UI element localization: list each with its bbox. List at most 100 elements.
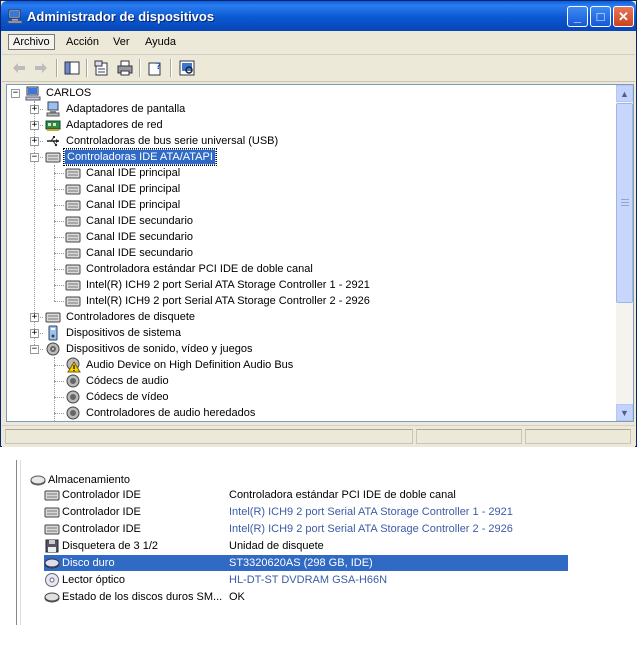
maximize-button[interactable]: □: [590, 6, 611, 27]
expand-toggle[interactable]: +: [30, 105, 39, 114]
tree-item-sound-devices[interactable]: Dispositivos de sonido, vídeo y juegos: [45, 341, 255, 357]
tree-connector: [54, 357, 55, 421]
ide-controller-icon: [45, 149, 61, 165]
storage-row-name: Controlador IDE: [62, 523, 141, 535]
expand-toggle[interactable]: +: [30, 137, 39, 146]
back-arrow-icon[interactable]: [10, 59, 28, 77]
tree-scrollbar[interactable]: ▲ ▼: [616, 85, 633, 421]
scroll-grip: [621, 202, 629, 203]
menu-ver[interactable]: Ver: [113, 36, 130, 48]
ide-channel-icon: [65, 181, 81, 197]
tree-item-network-adapters[interactable]: Adaptadores de red: [45, 117, 165, 133]
svg-text:?: ?: [156, 62, 161, 72]
storage-row-name: Disco duro: [62, 557, 115, 569]
tree-child-ide[interactable]: Canal IDE principal: [65, 165, 182, 181]
tree-item-display-adapters[interactable]: Adaptadores de pantalla: [45, 101, 187, 117]
tree-connector: [54, 189, 64, 190]
audio-codec-icon: [65, 373, 81, 389]
tree-child-ide[interactable]: Intel(R) ICH9 2 port Serial ATA Storage …: [65, 293, 372, 309]
device-tree-content: − CARLOS + Adaptadores de pantalla + Ada…: [7, 85, 615, 421]
status-pane: [5, 429, 413, 444]
usb-icon: [45, 133, 61, 149]
tree-root[interactable]: CARLOS: [25, 85, 93, 101]
tree-child-sound[interactable]: Códecs de vídeo: [65, 389, 171, 405]
device-tree[interactable]: − CARLOS + Adaptadores de pantalla + Ada…: [6, 84, 634, 422]
tree-child-ide[interactable]: Canal IDE secundario: [65, 229, 195, 245]
storage-row-value: Unidad de disquete: [229, 540, 324, 552]
warning-audio-icon: [65, 357, 81, 373]
ide-channel-icon: [65, 293, 81, 309]
show-hide-tree-icon[interactable]: [63, 59, 81, 77]
scroll-up-button[interactable]: ▲: [616, 85, 633, 102]
expand-toggle[interactable]: +: [30, 313, 39, 322]
tree-child-ide[interactable]: Canal IDE principal: [65, 181, 182, 197]
video-codec-icon: [65, 389, 81, 405]
storage-row-name: Controlador IDE: [62, 489, 141, 501]
storage-row[interactable]: Controlador IDE Intel(R) ICH9 2 port Ser…: [44, 504, 568, 520]
tree-child-ide[interactable]: Intel(R) ICH9 2 port Serial ATA Storage …: [65, 277, 372, 293]
storage-row-name: Lector óptico: [62, 574, 125, 586]
storage-row-value-link[interactable]: Intel(R) ICH9 2 port Serial ATA Storage …: [229, 523, 513, 535]
expand-toggle[interactable]: +: [30, 329, 39, 338]
storage-row-name: Controlador IDE: [62, 506, 141, 518]
disk-status-icon: [44, 589, 60, 605]
menu-archivo[interactable]: Archivo: [8, 34, 55, 50]
tree-child-sound[interactable]: Códecs de audio: [65, 373, 171, 389]
storage-section-header[interactable]: Almacenamiento: [30, 472, 130, 488]
computer-icon: [25, 85, 41, 101]
storage-row-value-link[interactable]: Intel(R) ICH9 2 port Serial ATA Storage …: [229, 506, 513, 518]
ide-channel-icon: [65, 165, 81, 181]
ide-controller-icon: [44, 487, 60, 503]
tree-item-ide-controllers[interactable]: Controladoras IDE ATA/ATAPI: [45, 148, 217, 166]
help-icon[interactable]: ?: [146, 59, 164, 77]
tree-child-sound[interactable]: Controladores de audio heredados: [65, 405, 257, 421]
print-icon[interactable]: [116, 59, 134, 77]
collapse-toggle[interactable]: −: [11, 89, 20, 98]
tree-child-sound[interactable]: Audio Device on High Definition Audio Bu…: [65, 357, 295, 373]
menu-accion[interactable]: Acción: [66, 36, 99, 48]
close-button[interactable]: ✕: [613, 6, 634, 27]
menu-bar: Archivo Acción Ver Ayuda: [2, 32, 635, 55]
scroll-down-button[interactable]: ▼: [616, 404, 633, 421]
tree-child-ide[interactable]: Controladora estándar PCI IDE de doble c…: [65, 261, 315, 277]
scan-hardware-icon[interactable]: [178, 59, 196, 77]
ide-channel-icon: [65, 197, 81, 213]
storage-row[interactable]: Controlador IDE Intel(R) ICH9 2 port Ser…: [44, 521, 568, 537]
optical-drive-icon: [44, 572, 60, 588]
forward-arrow-icon[interactable]: [32, 59, 50, 77]
title-bar[interactable]: Administrador de dispositivos _ □ ✕: [1, 1, 636, 31]
tree-item-floppy-controllers[interactable]: Controladores de disquete: [45, 309, 197, 325]
tree-child-ide[interactable]: Canal IDE secundario: [65, 213, 195, 229]
tree-child-ide[interactable]: Canal IDE principal: [65, 197, 182, 213]
tree-connector: [54, 221, 64, 222]
storage-row[interactable]: Disquetera de 3 1/2 Unidad de disquete: [44, 538, 568, 554]
status-pane: [525, 429, 631, 444]
storage-icon: [30, 472, 46, 488]
tree-child-ide[interactable]: Canal IDE secundario: [65, 245, 195, 261]
status-pane: [416, 429, 522, 444]
floppy-controller-icon: [45, 309, 61, 325]
tree-item-system-devices[interactable]: Dispositivos de sistema: [45, 325, 183, 341]
storage-row-name: Disquetera de 3 1/2: [62, 540, 159, 552]
collapse-toggle[interactable]: −: [30, 153, 39, 162]
storage-row-value-link[interactable]: HL-DT-ST DVDRAM GSA-H66N: [229, 574, 387, 586]
properties-icon[interactable]: [93, 59, 111, 77]
storage-row[interactable]: Controlador IDE Controladora estándar PC…: [44, 487, 568, 503]
storage-row[interactable]: Lector óptico HL-DT-ST DVDRAM GSA-H66N: [44, 572, 568, 588]
storage-row-selected[interactable]: Disco duro ST3320620AS (298 GB, IDE): [44, 555, 568, 571]
toolbar-separator: [56, 59, 58, 77]
storage-row-value: OK: [229, 591, 245, 603]
ide-channel-icon: [65, 261, 81, 277]
storage-row[interactable]: Estado de los discos duros SM... OK: [44, 589, 568, 605]
tree-connector: [54, 253, 64, 254]
device-manager-window: Administrador de dispositivos _ □ ✕ Arch…: [0, 0, 637, 447]
toolbar-separator: [139, 59, 141, 77]
expand-toggle[interactable]: +: [30, 121, 39, 130]
collapse-toggle[interactable]: −: [30, 345, 39, 354]
tree-connector: [54, 237, 64, 238]
tree-item-usb-controllers[interactable]: Controladoras de bus serie universal (US…: [45, 133, 280, 149]
scroll-thumb[interactable]: [616, 103, 633, 303]
menu-ayuda[interactable]: Ayuda: [145, 36, 176, 48]
minimize-button[interactable]: _: [567, 6, 588, 27]
tree-connector: [54, 173, 64, 174]
